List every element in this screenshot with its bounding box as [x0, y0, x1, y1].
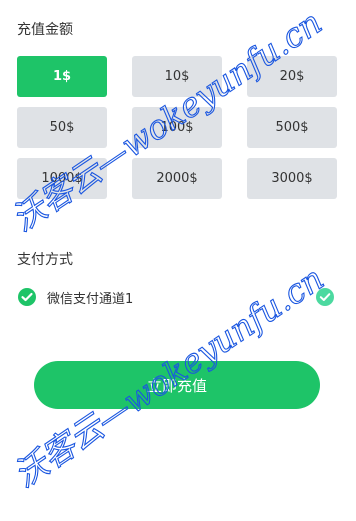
amount-option-1[interactable]: 1$ — [17, 56, 107, 97]
amount-options: 1$ 10$ 20$ 50$ 100$ 500$ 1000$ 2000$ 300… — [17, 56, 337, 199]
amount-section-title: 充值金额 — [17, 22, 73, 38]
amount-option-100[interactable]: 100$ — [132, 107, 222, 148]
amount-option-2000[interactable]: 2000$ — [132, 158, 222, 199]
recharge-button[interactable]: 立即充值 — [34, 361, 320, 409]
check-circle-icon[interactable] — [315, 287, 335, 307]
payment-method-label: 微信支付通道1 — [47, 291, 134, 307]
amount-option-20[interactable]: 20$ — [247, 56, 337, 97]
amount-option-1000[interactable]: 1000$ — [17, 158, 107, 199]
amount-option-10[interactable]: 10$ — [132, 56, 222, 97]
amount-option-50[interactable]: 50$ — [17, 107, 107, 148]
payment-method-wechat[interactable]: 微信支付通道1 — [17, 285, 335, 309]
amount-option-500[interactable]: 500$ — [247, 107, 337, 148]
wechat-icon — [17, 287, 37, 307]
payment-section-title: 支付方式 — [17, 252, 73, 268]
amount-option-3000[interactable]: 3000$ — [247, 158, 337, 199]
